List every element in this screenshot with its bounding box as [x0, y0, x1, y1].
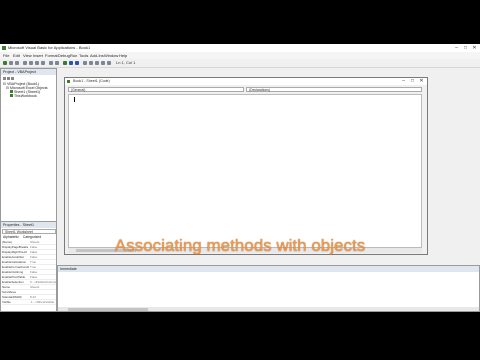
toggle-folders-icon[interactable]: [11, 77, 14, 80]
view-excel-icon[interactable]: [3, 61, 7, 65]
tab-categorized[interactable]: Categorized: [23, 235, 41, 239]
code-close-button[interactable]: ✕: [417, 78, 426, 85]
properties-window: Properties - Sheet1 Sheet1 Worksheet Alp…: [0, 221, 57, 312]
view-object-icon[interactable]: [7, 77, 10, 80]
scrollbar-thumb[interactable]: [68, 308, 148, 311]
workbook-icon: [10, 94, 13, 97]
copy-icon[interactable]: [29, 61, 33, 65]
project-explorer-icon[interactable]: [89, 61, 93, 65]
toolbox-icon[interactable]: [107, 61, 111, 65]
minimize-button[interactable]: –: [452, 44, 461, 52]
immediate-scrollbar[interactable]: [58, 307, 479, 311]
menu-window[interactable]: Window: [104, 52, 118, 59]
object-selector[interactable]: Sheet1 Worksheet: [2, 229, 56, 234]
menu-format[interactable]: Format: [45, 52, 58, 59]
property-name: ScrollArea: [2, 290, 16, 294]
property-value[interactable]: False: [30, 245, 56, 249]
project-toolbar: [3, 77, 14, 81]
menu-view[interactable]: View: [23, 52, 32, 59]
menu-add-ins[interactable]: Add-Ins: [90, 52, 104, 59]
tab-alphabetic[interactable]: Alphabetic: [3, 235, 19, 239]
menu-bar: File Edit View Insert Format Debug Run T…: [0, 52, 480, 59]
property-name: EnableAutoFilter: [2, 255, 25, 259]
property-value[interactable]: True: [30, 265, 56, 269]
worksheet-icon: [10, 90, 13, 93]
menu-edit[interactable]: Edit: [13, 52, 20, 59]
property-value[interactable]: True: [30, 260, 56, 264]
paste-icon[interactable]: [35, 61, 39, 65]
immediate-header: Immediate: [58, 266, 479, 272]
property-value[interactable]: False: [30, 275, 56, 279]
property-name: EnablePivotTable: [2, 275, 26, 279]
property-name: DisplayRightToLeft: [2, 250, 28, 254]
window-title: Microsoft Visual Basic for Applications …: [8, 45, 91, 50]
procedure-combo[interactable]: (Declarations): [246, 87, 422, 92]
menu-debug[interactable]: Debug: [58, 52, 70, 59]
menu-run[interactable]: Run: [70, 52, 77, 59]
property-name: Visible: [2, 300, 11, 304]
code-window: Book1 - Sheet1 (Code) – □ ✕ (General) (D…: [64, 77, 428, 255]
object-browser-icon[interactable]: [101, 61, 105, 65]
property-value[interactable]: False: [30, 270, 56, 274]
menu-file[interactable]: File: [3, 52, 9, 59]
property-name: EnableOutlining: [2, 270, 24, 274]
close-button[interactable]: ✕: [470, 44, 479, 52]
insert-module-icon[interactable]: [9, 61, 13, 65]
property-name: DisplayPageBreaks: [2, 245, 29, 249]
property-row[interactable]: Visible -1 - xlSheetVisible: [2, 300, 56, 305]
title-bar: Microsoft Visual Basic for Applications …: [0, 44, 480, 52]
properties-window-icon[interactable]: [95, 61, 99, 65]
video-caption: Associating methods with objects: [114, 236, 366, 255]
reset-icon[interactable]: [75, 61, 79, 65]
cut-icon[interactable]: [23, 61, 27, 65]
property-name: StandardWidth: [2, 295, 22, 299]
code-editor[interactable]: [68, 94, 422, 248]
tree-label: ThisWorkbook: [13, 94, 37, 98]
undo-icon[interactable]: [49, 61, 53, 65]
property-value[interactable]: False: [30, 250, 56, 254]
menu-help[interactable]: Help: [119, 52, 127, 59]
project-explorer: Project - VBAProject ⊟ VBAProject (Book1…: [0, 68, 57, 240]
redo-icon[interactable]: [55, 61, 59, 65]
tree-item-thisworkbook[interactable]: ThisWorkbook: [10, 94, 37, 98]
break-icon[interactable]: [69, 61, 73, 65]
property-name: EnableFormatConditions: [2, 265, 29, 269]
design-mode-icon[interactable]: [83, 61, 87, 65]
find-icon[interactable]: [41, 61, 45, 65]
maximize-button[interactable]: □: [461, 44, 470, 52]
cursor-position: Ln 1, Col 1: [116, 60, 136, 65]
module-icon: [67, 80, 70, 83]
property-value[interactable]: Sheet1: [30, 285, 56, 289]
project-explorer-header: Project - VBAProject: [1, 69, 56, 75]
code-window-title: Book1 - Sheet1 (Code): [65, 78, 427, 85]
code-minimize-button[interactable]: –: [399, 78, 408, 85]
code-maximize-button[interactable]: □: [408, 78, 417, 85]
menu-tools[interactable]: Tools: [79, 52, 88, 59]
properties-tabs: Alphabetic Categorized: [3, 235, 41, 239]
immediate-window[interactable]: Immediate: [57, 265, 480, 312]
property-value[interactable]: Sheet1: [30, 240, 56, 244]
property-value[interactable]: -1 - xlSheetVisible: [30, 300, 56, 304]
property-value[interactable]: 0 - xlNoRestrictions: [30, 280, 56, 284]
object-combo[interactable]: (General): [68, 87, 244, 92]
vba-editor-window: Microsoft Visual Basic for Applications …: [0, 44, 480, 312]
property-value[interactable]: 8.43: [30, 295, 56, 299]
property-value[interactable]: False: [30, 255, 56, 259]
property-name: EnableSelection: [2, 280, 24, 284]
view-code-icon[interactable]: [3, 77, 6, 80]
properties-header: Properties - Sheet1: [1, 222, 56, 228]
property-name: EnableCalculation: [2, 260, 27, 264]
standard-toolbar: Ln 1, Col 1: [0, 59, 480, 68]
excel-icon: [2, 46, 6, 50]
text-cursor: [74, 97, 75, 102]
save-icon[interactable]: [15, 61, 19, 65]
run-icon[interactable]: [63, 61, 67, 65]
property-name: Name: [2, 285, 11, 289]
property-name: (Name): [2, 240, 13, 244]
menu-insert[interactable]: Insert: [33, 52, 43, 59]
